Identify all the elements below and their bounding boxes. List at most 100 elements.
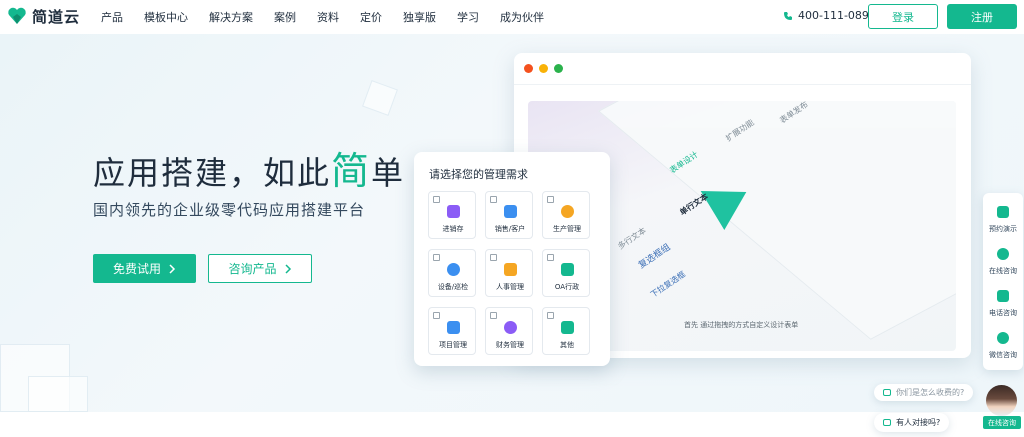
wechat-icon xyxy=(997,332,1009,344)
gear-icon xyxy=(561,205,574,218)
consult-product-label: 咨询产品 xyxy=(228,262,277,276)
option-finance[interactable]: 财务管理 xyxy=(485,307,533,355)
agent-online-label[interactable]: 在线咨询 xyxy=(983,416,1021,429)
menu-item-product[interactable]: 产品 xyxy=(101,9,123,25)
free-trial-button[interactable]: 免费试用 xyxy=(93,254,196,283)
decor-cube xyxy=(28,376,88,412)
side-item-label: 预约演示 xyxy=(989,225,1017,233)
menu-item-dedicated[interactable]: 独享版 xyxy=(403,9,436,25)
option-label: 项目管理 xyxy=(439,341,467,349)
option-label: 进销存 xyxy=(442,225,464,233)
phone-contact[interactable]: 400-111-0890 xyxy=(783,9,876,22)
hero-title: 应用搭建，如此简单 xyxy=(93,140,405,195)
needs-selector-card: 请选择您的管理需求 进销存 销售/客户 生产管理 设备/巡检 人事管理 OA行政… xyxy=(414,152,610,366)
chat-prompt-bubble[interactable]: 有人对接吗? xyxy=(874,413,950,432)
main-menu: 产品 模板中心 解决方案 案例 资料 定价 独享版 学习 成为伙伴 xyxy=(101,0,565,34)
hero-title-prefix: 应用搭建，如此 xyxy=(93,154,332,192)
option-label: 其他 xyxy=(560,341,574,349)
chat-question-text: 你们是怎么收费的? xyxy=(896,388,965,397)
cart-icon xyxy=(447,205,460,218)
consult-product-button[interactable]: 咨询产品 xyxy=(208,254,312,283)
mockup-plane xyxy=(598,101,956,340)
option-label: 销售/客户 xyxy=(494,225,526,233)
option-label: OA行政 xyxy=(554,283,580,291)
chat-icon xyxy=(883,419,891,426)
side-phone-consult[interactable]: 电话咨询 xyxy=(983,290,1023,318)
checkbox[interactable] xyxy=(490,312,497,319)
menu-item-templates[interactable]: 模板中心 xyxy=(144,9,188,25)
checkbox[interactable] xyxy=(490,254,497,261)
option-label: 人事管理 xyxy=(496,283,524,291)
window-dot-green xyxy=(554,64,563,73)
side-demo-booking[interactable]: 预约演示 xyxy=(983,206,1023,234)
option-equipment[interactable]: 设备/巡检 xyxy=(428,249,476,297)
option-label: 设备/巡检 xyxy=(437,283,469,291)
option-production[interactable]: 生产管理 xyxy=(542,191,590,239)
side-online-chat[interactable]: 在线咨询 xyxy=(983,248,1023,276)
menu-item-cases[interactable]: 案例 xyxy=(274,9,296,25)
menu-item-resources[interactable]: 资料 xyxy=(317,9,339,25)
mockup-row-dropdown-checkbox: 下拉复选框 xyxy=(648,269,688,300)
briefcase-icon xyxy=(447,321,460,334)
option-label: 财务管理 xyxy=(496,341,524,349)
grid-icon xyxy=(561,321,574,334)
chat-icon xyxy=(997,248,1009,260)
phone-icon xyxy=(784,11,792,20)
top-nav: 简道云 产品 模板中心 解决方案 案例 资料 定价 独享版 学习 成为伙伴 40… xyxy=(0,0,1024,34)
chat-prompt-text: 有人对接吗? xyxy=(896,418,941,427)
hero-title-suffix: 单 xyxy=(371,154,406,192)
menu-item-learn[interactable]: 学习 xyxy=(457,9,479,25)
chat-icon xyxy=(883,389,891,396)
search-icon xyxy=(447,263,460,276)
hero-subtitle: 国内领先的企业级零代码应用搭建平台 xyxy=(93,201,366,219)
window-divider xyxy=(514,84,971,85)
folder-icon xyxy=(504,263,517,276)
agent-avatar[interactable] xyxy=(986,385,1017,416)
checkbox[interactable] xyxy=(547,254,554,261)
side-item-label: 在线咨询 xyxy=(989,267,1017,275)
checkbox[interactable] xyxy=(547,196,554,203)
checkbox[interactable] xyxy=(433,254,440,261)
needs-options-grid: 进销存 销售/客户 生产管理 设备/巡检 人事管理 OA行政 项目管理 财务管理… xyxy=(428,191,590,355)
phone-icon xyxy=(997,290,1009,302)
window-dot-red xyxy=(524,64,533,73)
chevron-right-icon xyxy=(169,263,176,274)
chevron-right-icon xyxy=(284,263,291,274)
login-button[interactable]: 登录 xyxy=(868,4,938,29)
coin-icon xyxy=(504,321,517,334)
option-label: 生产管理 xyxy=(553,225,581,233)
logo-text: 简道云 xyxy=(32,7,81,26)
logo-icon xyxy=(6,5,28,27)
menu-item-pricing[interactable]: 定价 xyxy=(360,9,382,25)
option-other[interactable]: 其他 xyxy=(542,307,590,355)
option-inventory[interactable]: 进销存 xyxy=(428,191,476,239)
window-controls xyxy=(524,64,563,73)
mockup-row-multi-text: 多行文本 xyxy=(616,225,648,252)
register-button[interactable]: 注册 xyxy=(947,4,1017,29)
option-project[interactable]: 项目管理 xyxy=(428,307,476,355)
checkbox[interactable] xyxy=(547,312,554,319)
mockup-note: 首先 通过拖拽的方式自定义设计表单 xyxy=(684,321,799,329)
menu-item-partner[interactable]: 成为伙伴 xyxy=(500,9,544,25)
checkbox[interactable] xyxy=(433,312,440,319)
free-trial-label: 免费试用 xyxy=(112,262,161,276)
window-dot-yellow xyxy=(539,64,548,73)
option-hr[interactable]: 人事管理 xyxy=(485,249,533,297)
option-oa[interactable]: OA行政 xyxy=(542,249,590,297)
side-wechat-consult[interactable]: 微信咨询 xyxy=(983,332,1023,360)
footer-strip xyxy=(0,412,1024,437)
logo[interactable]: 简道云 xyxy=(6,5,80,27)
mockup-row-checkbox-group: 复选框组 xyxy=(637,242,673,271)
side-item-label: 微信咨询 xyxy=(989,351,1017,359)
checkbox[interactable] xyxy=(490,196,497,203)
side-item-label: 电话咨询 xyxy=(989,309,1017,317)
option-sales[interactable]: 销售/客户 xyxy=(485,191,533,239)
document-icon xyxy=(561,263,574,276)
phone-number: 400-111-0890 xyxy=(798,9,876,22)
side-contact-bar: 预约演示 在线咨询 电话咨询 微信咨询 xyxy=(983,193,1023,370)
checkbox[interactable] xyxy=(433,196,440,203)
menu-item-solutions[interactable]: 解决方案 xyxy=(209,9,253,25)
chat-question-bubble[interactable]: 你们是怎么收费的? xyxy=(874,384,974,401)
chart-icon xyxy=(504,205,517,218)
hero-title-accent: 简 xyxy=(331,149,372,193)
